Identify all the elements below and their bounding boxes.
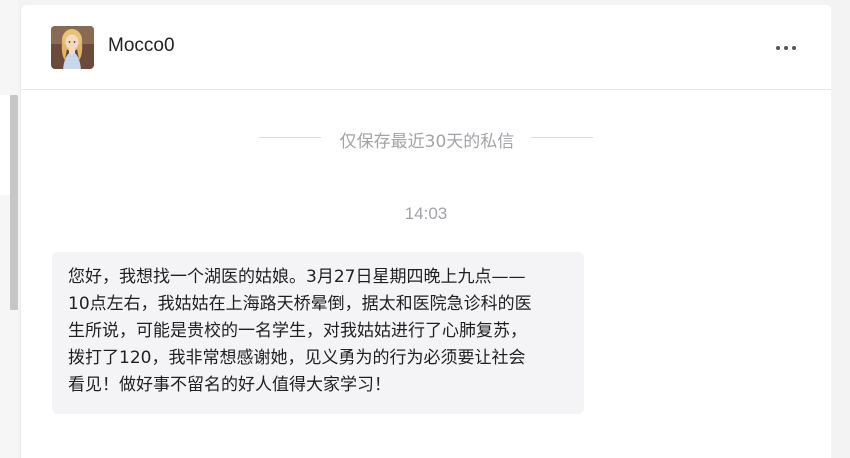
app-page: Mocco0 仅保存最近30天的私信 14:03 您好，我想找一个湖医的姑娘。3… [0, 0, 850, 458]
more-dot-2 [784, 46, 788, 50]
left-panel-edge [0, 95, 10, 195]
avatar-image [51, 26, 94, 69]
left-scrollbar[interactable] [10, 95, 18, 310]
retention-notice-text: 仅保存最近30天的私信 [331, 127, 523, 152]
right-edge-panel [831, 0, 850, 458]
chat-window: Mocco0 仅保存最近30天的私信 14:03 您好，我想找一个湖医的姑娘。3… [20, 5, 832, 458]
more-options-button[interactable] [771, 33, 801, 61]
message-text: 您好，我想找一个湖医的姑娘。3月27日星期四晚上九点—— 10点左右，我姑姑在上… [68, 264, 576, 399]
chat-header: Mocco0 [21, 5, 832, 90]
more-dot-3 [792, 46, 796, 50]
more-dot-1 [776, 46, 780, 50]
user-avatar[interactable] [51, 26, 94, 69]
message-bubble[interactable]: 您好，我想找一个湖医的姑娘。3月27日星期四晚上九点—— 10点左右，我姑姑在上… [52, 252, 584, 414]
notice-divider-right [531, 137, 593, 138]
retention-notice: 仅保存最近30天的私信 [259, 123, 595, 153]
chat-username[interactable]: Mocco0 [108, 35, 175, 57]
message-timestamp: 14:03 [376, 204, 476, 224]
notice-divider-left [259, 137, 321, 138]
